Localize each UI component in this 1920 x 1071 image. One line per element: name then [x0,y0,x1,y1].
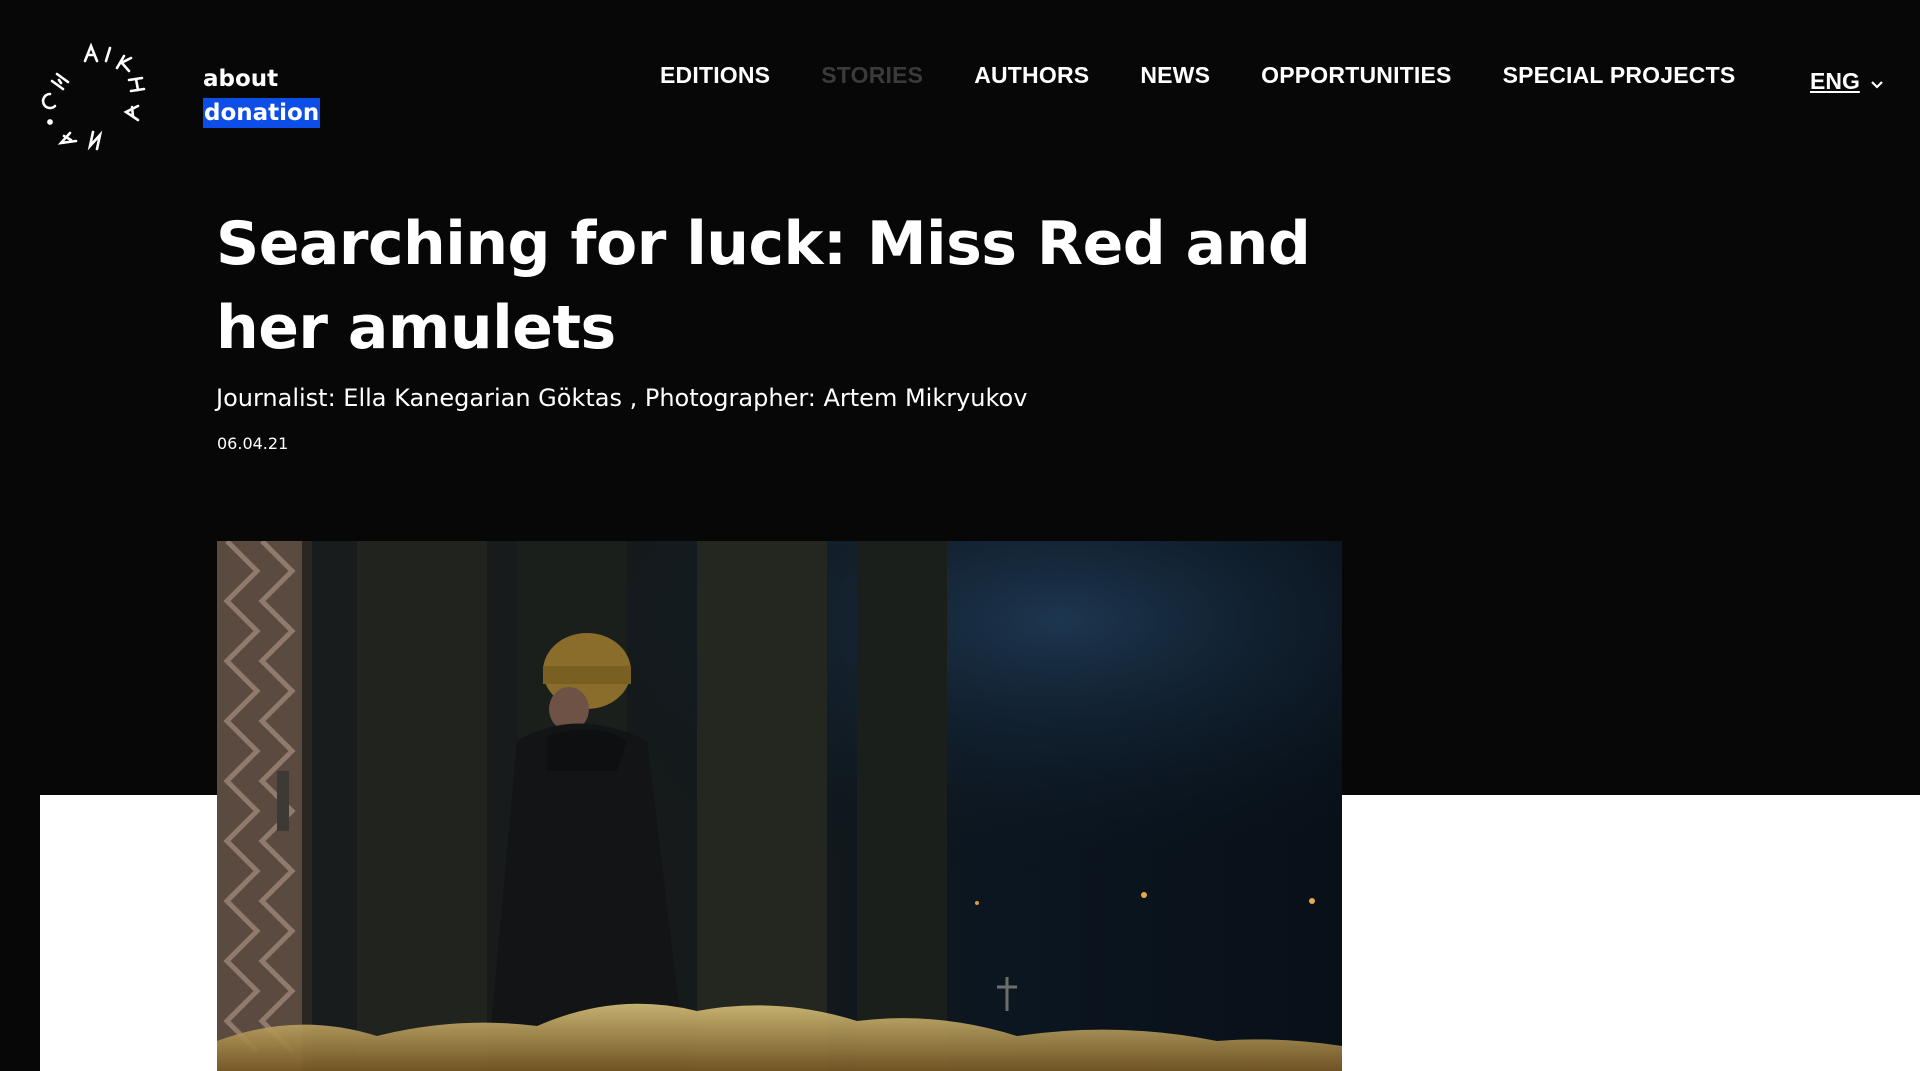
language-selector[interactable]: ENG [1810,68,1884,95]
article-date: 06.04.21 [217,434,289,453]
language-label[interactable]: ENG [1810,68,1860,95]
nav-item-news[interactable]: NEWS [1140,62,1210,89]
side-links: about donation [203,62,321,128]
main-navigation: EDITIONS STORIES AUTHORS NEWS OPPORTUNIT… [660,62,1735,89]
chevron-down-icon [1871,80,1883,89]
logo-wordmark-icon [41,42,146,151]
site-logo[interactable] [34,34,158,158]
donation-link[interactable]: donation [203,98,321,128]
article-title: Searching for luck: Miss Red and her amu… [216,209,1311,363]
nav-item-stories[interactable]: STORIES [821,62,923,89]
nav-item-opportunities[interactable]: OPPORTUNITIES [1261,62,1451,89]
nav-item-authors[interactable]: AUTHORS [974,62,1089,89]
article-hero-photo [217,541,1342,1071]
hero-photo-image [217,541,1342,1071]
article-credits: Journalist: Ella Kanegarian Göktas , Pho… [216,384,1028,412]
about-link[interactable]: about [203,62,320,96]
nav-item-editions[interactable]: EDITIONS [660,62,770,89]
nav-item-special-projects[interactable]: SPECIAL PROJECTS [1503,62,1736,89]
